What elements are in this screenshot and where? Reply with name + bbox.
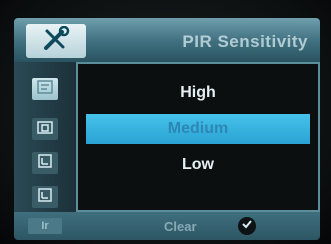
tools-icon [41, 25, 71, 57]
settings-tab[interactable] [26, 24, 86, 58]
option-medium[interactable]: Medium [86, 114, 310, 144]
menu-footer: Ir Clear [14, 212, 320, 240]
sensitivity-options-list: High Medium Low [76, 62, 320, 212]
option-low[interactable]: Low [86, 150, 310, 180]
check-icon [241, 217, 253, 235]
lcd-display: PIR Sensitivity High Medium Low Ir Clear [14, 18, 320, 240]
camera-tab-icon [37, 120, 53, 139]
page-title: PIR Sensitivity [182, 32, 308, 51]
option-high[interactable]: High [86, 78, 310, 108]
confirm-button[interactable] [238, 217, 256, 235]
side-tab-column [14, 62, 76, 212]
device-screen: PIR Sensitivity High Medium Low Ir Clear [0, 0, 331, 244]
tab-setup[interactable] [32, 78, 58, 100]
tab-page-4[interactable] [32, 186, 58, 208]
page-tab-icon [37, 187, 53, 207]
footer-action-label: Clear [164, 219, 197, 234]
menu-header: PIR Sensitivity [14, 18, 320, 62]
tab-page-3[interactable] [32, 152, 58, 174]
footer-left-button[interactable]: Ir [28, 218, 62, 234]
page-tab-icon [37, 153, 53, 173]
tab-camera[interactable] [32, 118, 58, 140]
setup-tab-icon [37, 79, 53, 99]
